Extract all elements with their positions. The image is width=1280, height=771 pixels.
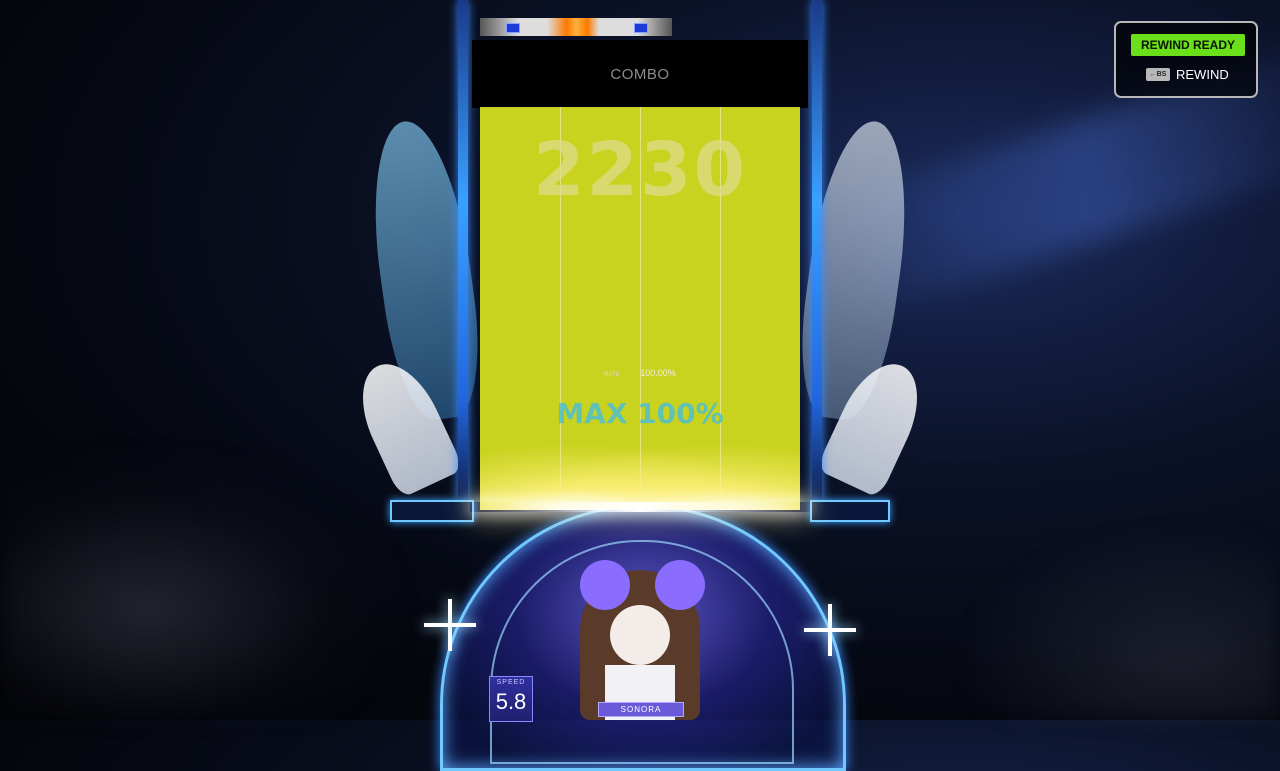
rewind-panel: REWIND READY ←BS REWIND [1114, 21, 1258, 98]
progress-marker-right [634, 23, 648, 33]
character-bow-left [580, 560, 630, 610]
left-rail [390, 500, 474, 522]
character-bow-right [655, 560, 705, 610]
background-smoke [0, 440, 420, 720]
speed-label: SPEED [496, 679, 526, 686]
backspace-key-icon: ←BS [1146, 68, 1170, 81]
left-pillar [458, 0, 468, 500]
song-progress-bar [480, 18, 672, 36]
rewind-ready-badge: REWIND READY [1131, 34, 1245, 56]
right-rail [810, 500, 890, 522]
speed-value: 5.8 [495, 689, 527, 714]
combo-label: COMBO [610, 66, 670, 83]
character-face [610, 605, 670, 665]
speed-indicator: SPEED 5.8 [489, 676, 533, 722]
play-lane: 2230 RATE 100.00% MAX 100% [480, 107, 800, 510]
rewind-button[interactable]: REWIND [1176, 67, 1229, 82]
character-name-plate: SONORA [598, 702, 684, 717]
hit-burst-effect [480, 437, 800, 510]
progress-marker-left [506, 23, 520, 33]
judgement-line [470, 502, 810, 512]
max-percent-text: MAX 100% [556, 397, 724, 430]
rate-tag: RATE [604, 372, 620, 378]
right-pillar [812, 0, 822, 500]
background-smoke-right [950, 520, 1280, 720]
combo-count: 2230 [533, 127, 747, 213]
rate-value: 100.00% [640, 368, 676, 378]
rate-display: RATE 100.00% [480, 368, 800, 378]
